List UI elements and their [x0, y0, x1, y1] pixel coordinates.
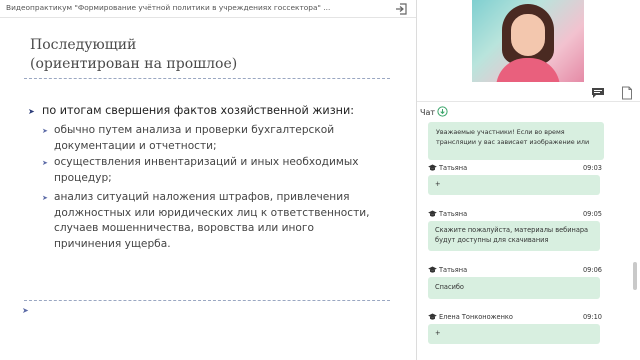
chat-title: Чат	[420, 108, 436, 117]
chat-announcement: Уважаемые участники! Если во время транс…	[428, 122, 604, 160]
chat-icon[interactable]	[591, 87, 605, 99]
message-time: 09:10	[582, 313, 602, 321]
chat-message: +	[428, 175, 600, 195]
webinar-window: Видеопрактикум "Формирование учётной пол…	[0, 0, 640, 360]
sub-bullet-arrow-icon: ➤	[42, 159, 48, 167]
slide-heading-line1: Последующий	[30, 37, 137, 53]
slide-divider-top	[24, 78, 390, 79]
sub-bullet-text: осуществления инвентаризаций и иных необ…	[54, 156, 359, 184]
message-time: 09:05	[582, 210, 602, 218]
message-header: Елена Тонконоженко 09:10	[428, 313, 604, 323]
sidebar-tabs	[417, 84, 640, 102]
title-bar: Видеопрактикум "Формирование учётной пол…	[0, 0, 416, 18]
sub-bullet-text: анализ ситуаций наложения штрафов, привл…	[54, 191, 370, 250]
presentation-slide: Последующий (ориентирован на прошлое) ➤ …	[0, 19, 416, 360]
message-header: Татьяна 09:05	[428, 210, 604, 220]
chat-message: +	[428, 324, 600, 344]
sender-name: Татьяна	[439, 210, 468, 218]
sender-name: Татьяна	[439, 164, 468, 172]
slide-nav-arrow-icon[interactable]: ➤	[22, 306, 29, 315]
slide-divider-bottom	[24, 300, 390, 301]
graduation-cap-icon	[428, 266, 437, 273]
panel-divider	[416, 0, 417, 360]
graduation-cap-icon	[428, 210, 437, 217]
message-header: Татьяна 09:06	[428, 266, 604, 276]
document-icon[interactable]	[621, 86, 633, 100]
message-time: 09:03	[582, 164, 602, 172]
message-time: 09:06	[582, 266, 602, 274]
download-icon[interactable]	[437, 106, 448, 117]
sub-bullet-arrow-icon: ➤	[42, 127, 48, 135]
sub-bullet-arrow-icon: ➤	[42, 194, 48, 202]
chat-message: Скажите пожалуйста, материалы вебинара б…	[428, 221, 600, 251]
graduation-cap-icon	[428, 164, 437, 171]
presenter-face	[511, 14, 545, 56]
exit-icon[interactable]	[394, 2, 408, 16]
main-bullet-text: по итогам свершения фактов хозяйственной…	[42, 104, 354, 117]
sender-name: Татьяна	[439, 266, 468, 274]
message-header: Татьяна 09:03	[428, 164, 604, 174]
slide-heading-line2: (ориентирован на прошлое)	[30, 56, 238, 72]
chat-scrollbar[interactable]	[633, 262, 637, 290]
bullet-arrow-icon: ➤	[28, 107, 35, 116]
sender-name: Елена Тонконоженко	[439, 313, 513, 321]
webinar-title: Видеопрактикум "Формирование учётной пол…	[6, 3, 331, 12]
sub-bullet-text: обычно путем анализа и проверки бухгалте…	[54, 124, 335, 152]
slide-heading: Последующий (ориентирован на прошлое)	[30, 36, 237, 74]
presenter-video[interactable]	[472, 0, 584, 82]
chat-message: Спасибо	[428, 277, 600, 299]
graduation-cap-icon	[428, 313, 437, 320]
